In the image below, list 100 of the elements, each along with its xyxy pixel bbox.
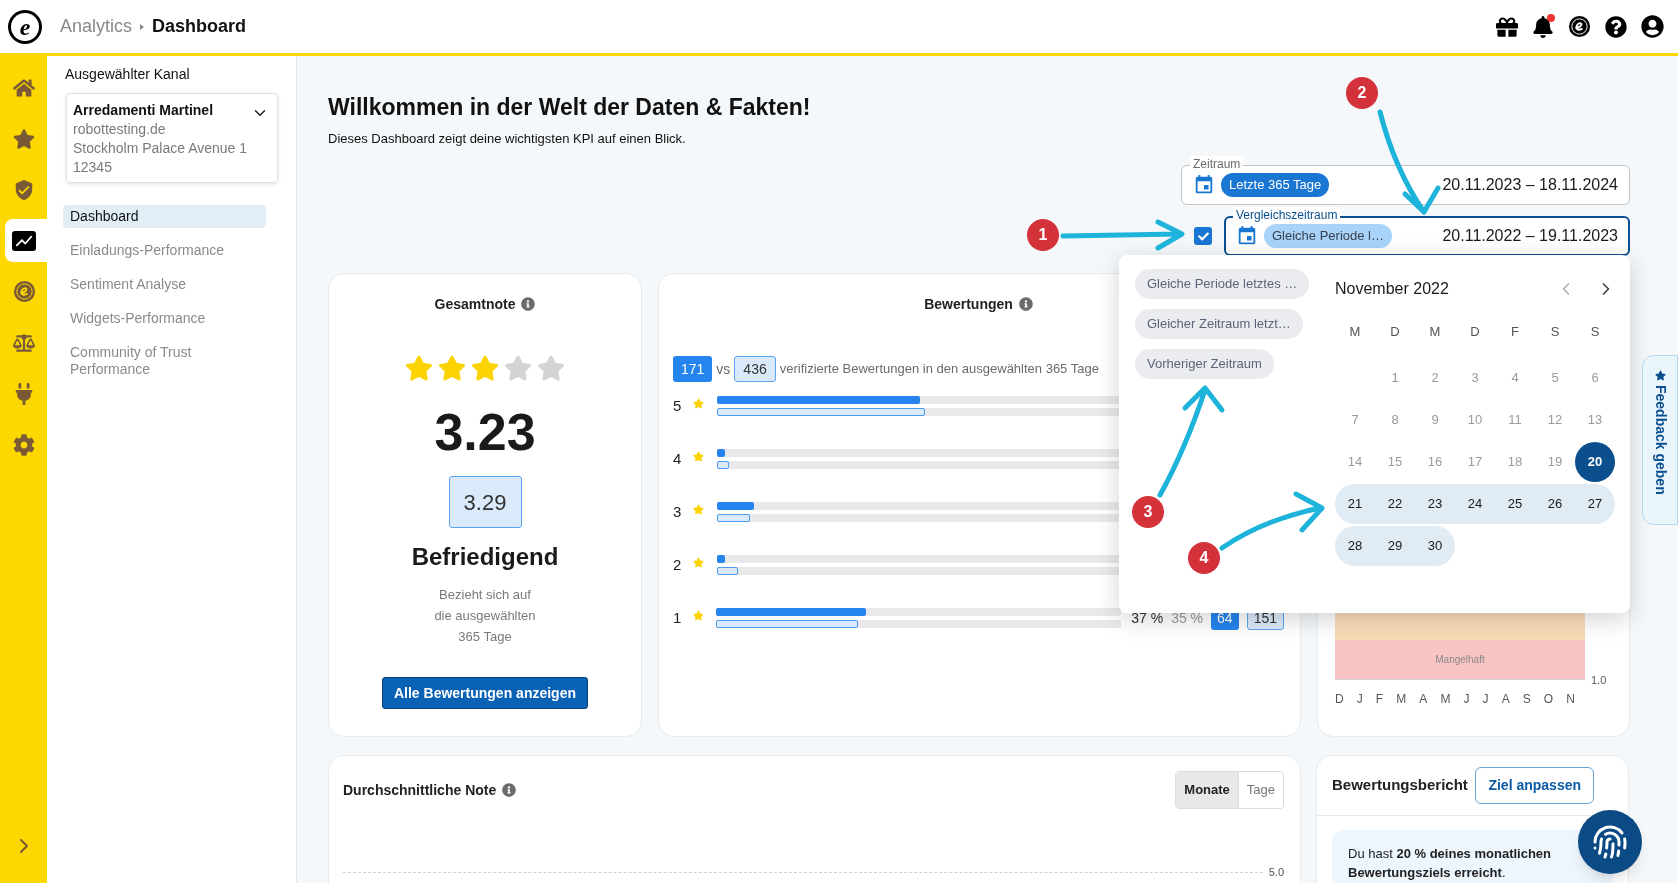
calendar-day[interactable]: 21 (1335, 484, 1375, 524)
comparison-score: 3.29 (448, 476, 522, 528)
calendar-day[interactable]: 26 (1535, 484, 1575, 524)
nav-item[interactable]: Sentiment Analyse (63, 273, 266, 296)
preset-chip[interactable]: Vorheriger Zeitraum (1135, 349, 1274, 379)
page-subtitle: Dieses Dashboard zeigt deine wichtigsten KPI auf einen Blick. (328, 130, 687, 148)
home-icon (13, 76, 35, 99)
calendar-day[interactable]: 18 (1495, 442, 1535, 482)
info-icon[interactable] (1018, 297, 1033, 311)
axis-tick-label: 1.0 (1591, 674, 1607, 686)
calendar-day[interactable]: 1 (1375, 358, 1415, 398)
calendar-day[interactable]: 5 (1535, 358, 1575, 398)
channel-detail: robottesting.de (73, 121, 167, 138)
comparison-count: 436 (734, 356, 776, 382)
progress-message: Du hast 20 % deines monatlichen Bewertungsziels erreicht. (1348, 845, 1553, 882)
versus-label: vs (716, 359, 731, 379)
star-level-label: 4 (673, 448, 683, 469)
calendar-day[interactable]: 9 (1415, 400, 1455, 440)
calendar-day[interactable]: 29 (1375, 526, 1415, 566)
star-icon (693, 556, 704, 568)
info-icon[interactable] (502, 783, 517, 797)
calendar-day[interactable]: 27 (1575, 484, 1615, 524)
preset-chip[interactable]: Gleiche Periode l… (1264, 224, 1392, 248)
adjust-goal-button[interactable]: Ziel anpassen (1475, 767, 1594, 804)
star-icon (438, 354, 466, 382)
calendar-day[interactable]: 13 (1575, 400, 1615, 440)
calendar-day[interactable]: 30 (1415, 526, 1455, 566)
compare-checkbox[interactable] (1194, 227, 1212, 245)
score: 3.23 (434, 402, 536, 462)
calendar-day[interactable]: 2 (1415, 358, 1455, 398)
toggle-option[interactable]: Monate (1176, 772, 1239, 808)
feedback-tab[interactable]: Feedback geben (1642, 355, 1678, 525)
fingerprint-icon (1592, 824, 1628, 860)
show-all-reviews-button[interactable]: Alle Bewertungen anzeigen (382, 677, 588, 709)
calendar-day[interactable]: 8 (1375, 400, 1415, 440)
scale-icon (13, 331, 35, 354)
star-level-label: 1 (673, 607, 683, 628)
calendar-day[interactable]: 10 (1455, 400, 1495, 440)
preset-chip[interactable]: Gleicher Zeitraum letzt… (1135, 309, 1303, 339)
calendar-day[interactable]: 24 (1455, 484, 1495, 524)
star-icon (693, 397, 704, 409)
nav-item[interactable]: Community of Trust Performance (63, 341, 266, 381)
help-icon[interactable] (1605, 15, 1627, 38)
rail-item[interactable] (5, 219, 47, 262)
calendar-day[interactable]: 28 (1335, 526, 1375, 566)
calendar-day[interactable]: 6 (1575, 358, 1615, 398)
nav-item[interactable]: Widgets-Performance (63, 307, 266, 330)
axis-tick-label: 5.0 (1268, 865, 1284, 880)
info-icon[interactable] (521, 297, 536, 311)
check-icon (1197, 230, 1209, 242)
step-marker: 1 (1027, 219, 1059, 251)
preset-chip[interactable]: Letzte 365 Tage (1221, 173, 1330, 197)
nav-item[interactable]: Dashboard (63, 205, 266, 228)
star-icon (13, 127, 35, 150)
gift-icon[interactable] (1496, 15, 1518, 38)
month-label: J (1356, 691, 1363, 708)
weekday-label: D (1469, 323, 1481, 341)
star-icon (693, 503, 704, 515)
calendar-day[interactable]: 23 (1415, 484, 1455, 524)
chart-icon (12, 230, 36, 251)
shield-check-icon (13, 178, 35, 201)
calendar-day[interactable]: 3 (1455, 358, 1495, 398)
weekday-label: S (1589, 323, 1601, 341)
calendar-day[interactable]: 16 (1415, 442, 1455, 482)
month-label: N (1566, 691, 1575, 708)
month-label: J (1463, 691, 1470, 708)
calendar-day[interactable]: 4 (1495, 358, 1535, 398)
calendar-day[interactable]: 22 (1375, 484, 1415, 524)
settings-icon (13, 433, 35, 456)
account-icon[interactable] (1641, 15, 1664, 38)
calendar-day[interactable]: 20 (1575, 442, 1615, 482)
reviews-caption: verifizierte Bewertungen in den ausgewählten 365 Tage (779, 360, 1099, 379)
section-label: Ausgewählter Kanal (65, 65, 191, 84)
month-label: A (1501, 691, 1510, 708)
star-icon (504, 354, 532, 382)
percent-value: 37 % (1131, 608, 1164, 628)
calendar-day[interactable]: 17 (1455, 442, 1495, 482)
notifications-icon[interactable] (1532, 15, 1554, 38)
calendar-day[interactable]: 15 (1375, 442, 1415, 482)
star-level-label: 5 (673, 395, 683, 416)
logo[interactable]: e (8, 9, 42, 44)
calendar-day[interactable]: 7 (1335, 400, 1375, 440)
page-title: Dashboard (152, 15, 247, 38)
calendar-day[interactable]: 19 (1535, 442, 1575, 482)
star-icon (693, 450, 704, 462)
preset-chip[interactable]: Gleiche Periode letztes … (1135, 269, 1310, 299)
coin-icon[interactable] (1568, 15, 1591, 38)
feedback-label: Feedback geben (1651, 385, 1670, 495)
card-title: Bewertungen (924, 294, 1013, 314)
channel-selector[interactable]: Arredamenti Martinel robottesting.de Stockholm Palace Avenue 1 12345 (66, 93, 278, 183)
breadcrumb-link[interactable]: Analytics (60, 13, 133, 40)
calendar-day[interactable]: 11 (1495, 400, 1535, 440)
month-label: M (1396, 691, 1407, 708)
calendar-day[interactable]: 25 (1495, 484, 1535, 524)
channel-detail: Stockholm Palace Avenue 1 (73, 140, 249, 157)
calendar-day[interactable]: 12 (1535, 400, 1575, 440)
nav-item[interactable]: Einladungs-Performance (63, 239, 266, 262)
calendar-day[interactable]: 14 (1335, 442, 1375, 482)
note: Bezieht sich auf die ausgewählten 365 Tage (433, 586, 537, 646)
date-range: 20.11.2023 – 18.11.2024 (1442, 175, 1618, 195)
